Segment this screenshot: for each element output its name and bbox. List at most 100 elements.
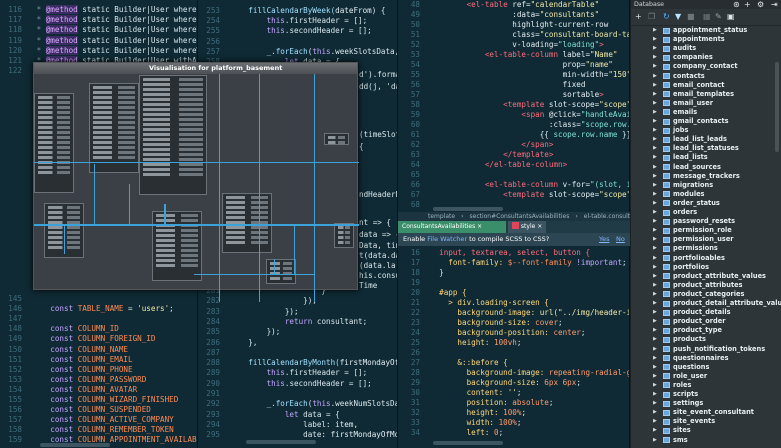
expand-arrow-icon[interactable]: ▶ <box>653 81 657 90</box>
diagram-table[interactable] <box>152 211 202 281</box>
code-line[interactable]: 289 this.firstHeader = []; <box>198 368 367 378</box>
code-line[interactable]: 153 const COLUMN_PASSWORD = 'password'; <box>0 375 197 385</box>
code-line[interactable]: 22 background-image: url("../img/header-… <box>398 308 629 318</box>
table-item[interactable]: ▶ permissions <box>631 244 773 253</box>
stop-icon[interactable]: ■ <box>687 12 695 21</box>
table-item[interactable]: ▶ emails <box>631 108 773 117</box>
code-line[interactable]: 52 v-loading="loading"> <box>398 40 604 50</box>
horizontal-scrollbar[interactable] <box>246 440 316 444</box>
breadcrumb-item[interactable]: section#ConsultantsAvailabilities <box>470 213 570 220</box>
no-link[interactable]: No <box>616 233 625 246</box>
code-line[interactable]: 119 * @method static Builder|User whereU… <box>0 35 197 46</box>
expand-arrow-icon[interactable]: ▶ <box>653 326 657 335</box>
code-line[interactable]: 59 <span @click="handleAvailability(scop… <box>398 110 629 120</box>
breadcrumb-item[interactable]: › <box>461 213 463 220</box>
expand-arrow-icon[interactable]: ▶ <box>653 163 657 172</box>
expand-arrow-icon[interactable]: ▶ <box>653 417 657 426</box>
file-watcher-link[interactable]: File Watcher <box>427 235 467 243</box>
table-item[interactable]: ▶ orders <box>631 208 773 217</box>
code-line[interactable]: 21 > div.loading-screen { <box>398 298 549 308</box>
table-item[interactable]: ▶ push_notification_tokens <box>631 345 773 354</box>
code-line[interactable]: 65 <box>398 170 430 180</box>
table-item[interactable]: ▶ email_user <box>631 99 773 108</box>
code-line[interactable]: 256 <box>198 37 230 47</box>
console-icon[interactable]: ▣ <box>727 12 735 21</box>
code-line[interactable]: 31 position: absolute; <box>398 398 554 408</box>
table-item[interactable]: ▶ roles <box>631 381 773 390</box>
code-line[interactable]: 154 const COLUMN_AVATAR = 'avatar'; <box>0 385 197 395</box>
code-line[interactable]: 151 const COLUMN_EMAIL = 'email'; <box>0 355 197 365</box>
breadcrumb-item[interactable]: template <box>428 213 455 220</box>
code-line[interactable]: 145 <box>0 294 32 304</box>
table-item[interactable]: ▶ product_order <box>631 317 773 326</box>
table-item[interactable]: ▶ lead_list_statuses <box>631 144 773 153</box>
expand-arrow-icon[interactable]: ▶ <box>653 308 657 317</box>
code-line[interactable]: 23 background-size: cover; <box>398 318 563 328</box>
table-item[interactable]: ▶ product_details <box>631 308 773 317</box>
table-item[interactable]: ▶ sites <box>631 426 773 435</box>
code-line[interactable]: 288 fillCalendarByMonth(firstMondayOfMon… <box>198 358 397 368</box>
table-icon[interactable]: ▦ <box>703 12 711 21</box>
code-line[interactable]: 55 min-width="150" <box>398 70 629 80</box>
filter-icon[interactable]: ▼ <box>675 12 681 21</box>
diagram-table[interactable] <box>34 93 74 193</box>
new-icon[interactable]: + <box>635 12 642 21</box>
table-item[interactable]: ▶ lead_sources <box>631 163 773 172</box>
breadcrumb-item[interactable]: › <box>575 213 577 220</box>
code-line[interactable]: 292 _.forEach(this.weekNumSlotsData, (it… <box>198 399 397 409</box>
expand-arrow-icon[interactable]: ▶ <box>653 226 657 235</box>
table-item[interactable]: ▶ sms <box>631 436 773 445</box>
code-line[interactable]: 51 class="consultant-board-table" <box>398 30 629 40</box>
expand-arrow-icon[interactable]: ▶ <box>653 363 657 372</box>
expand-arrow-icon[interactable]: ▶ <box>653 254 657 263</box>
table-item[interactable]: ▶ gmail_contacts <box>631 117 773 126</box>
code-line[interactable]: 32 height: 100%; <box>398 408 526 418</box>
expand-arrow-icon[interactable]: ▶ <box>653 172 657 181</box>
diagram-table[interactable] <box>139 75 207 195</box>
code-line[interactable]: 63 </template> <box>398 150 554 160</box>
expand-arrow-icon[interactable]: ▶ <box>653 153 657 162</box>
table-item[interactable]: ▶ migrations <box>631 181 773 190</box>
code-line[interactable]: 257 _.forEach(this.weekSlotsData, (item,… <box>198 47 397 57</box>
diagram-table[interactable] <box>334 223 354 248</box>
expand-arrow-icon[interactable]: ▶ <box>653 117 657 126</box>
table-item[interactable]: ▶ product_detail_attribute_value <box>631 299 781 308</box>
expand-arrow-icon[interactable]: ▶ <box>653 426 657 435</box>
code-line[interactable]: 117 * @method static Builder|User whereS… <box>0 15 197 25</box>
code-line[interactable]: 18 } <box>398 268 444 278</box>
close-icon[interactable]: × <box>537 223 542 230</box>
table-item[interactable]: ▶ appointment_status <box>631 26 773 35</box>
table-item[interactable]: ▶ product_attributes <box>631 281 773 290</box>
expand-arrow-icon[interactable]: ▶ <box>653 335 657 344</box>
expand-arrow-icon[interactable]: ▶ <box>653 44 657 53</box>
expand-arrow-icon[interactable]: ▶ <box>653 26 657 35</box>
table-item[interactable]: ▶ product_type <box>631 326 773 335</box>
code-line[interactable]: 152 const COLUMN_PHONE = 'phone'; <box>0 365 197 375</box>
code-line[interactable]: 254 this.firstHeader = []; <box>198 16 367 26</box>
code-line[interactable]: 157 const COLUMN_ACTIVE_COMPANY = 'activ… <box>0 415 197 425</box>
table-item[interactable]: ▶ portfolioables <box>631 254 773 263</box>
diagram-table[interactable] <box>266 259 296 284</box>
add-icon[interactable]: + <box>744 0 751 9</box>
code-line[interactable]: 30 content: ''; <box>398 388 522 398</box>
expand-arrow-icon[interactable]: ▶ <box>653 126 657 135</box>
table-item[interactable]: ▶ product_categories <box>631 290 773 299</box>
table-item[interactable]: ▶ password_resets <box>631 217 773 226</box>
horizontal-scrollbar[interactable] <box>433 207 503 211</box>
expand-arrow-icon[interactable]: ▶ <box>653 144 657 153</box>
expand-arrow-icon[interactable]: ▶ <box>653 90 657 99</box>
expand-arrow-icon[interactable]: ▶ <box>653 390 657 399</box>
code-line[interactable]: 29 background-size: 6px 6px; <box>398 378 581 388</box>
code-line[interactable]: 64 </el-table-column> <box>398 160 567 170</box>
diagram-table[interactable] <box>222 193 272 253</box>
breadcrumb-item[interactable]: el-table.consultant-board <box>584 213 630 220</box>
expand-arrow-icon[interactable]: ▶ <box>653 35 657 44</box>
code-line[interactable]: 61 {{ scope.row.name }} <box>398 130 629 140</box>
code-line[interactable]: 58 <template slot-scope="scope"> <box>398 100 629 110</box>
code-line[interactable]: 287 <box>198 348 230 358</box>
code-line[interactable]: 255 this.secondHeader = []; <box>198 26 371 36</box>
expand-arrow-icon[interactable]: ▶ <box>653 135 657 144</box>
code-line[interactable]: 284 return consultant; <box>198 317 367 327</box>
code-line[interactable]: 155 const COLUMN_WIZARD_FINISHED = 'wiza… <box>0 395 197 405</box>
expand-arrow-icon[interactable]: ▶ <box>653 345 657 354</box>
